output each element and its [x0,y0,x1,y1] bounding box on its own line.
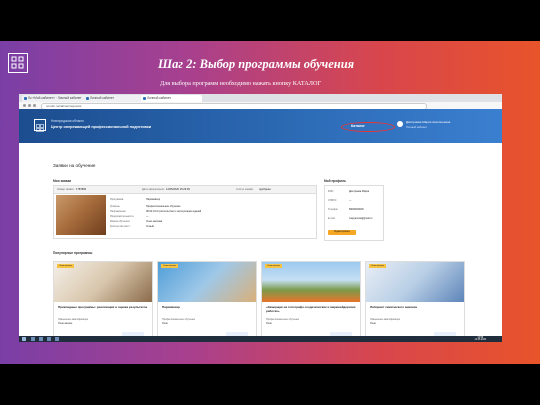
request-summary-row: Номер заявки: 1787896 Дата оформления: 1… [54,186,316,194]
favicon-icon [24,97,27,100]
profile-value: 89000000000 [349,208,364,211]
detail-value: Очный [146,225,154,228]
profile-card: ФИО Дмитриева Мария СНИЛС — Телефон 8900… [324,185,384,241]
program-image [54,262,152,302]
program-badge: Очно-заочно [161,264,178,268]
detail-label: Количество мест: [110,225,131,228]
user-role: Личный кабинет [406,125,428,129]
program-card[interactable]: Очно-заочно Прикладные программы: реализ… [53,261,153,342]
detail-value: Парикмахер [146,198,161,201]
user-name[interactable]: Дмитриева Мария Анатольевна [406,120,450,124]
detail-label: Программа: [110,198,124,201]
favicon-icon [86,97,89,100]
detail-label: Направление: [110,210,127,213]
explorer-icon[interactable] [39,337,43,341]
program-type: Профессиональное обучение [162,318,196,321]
program-image [262,262,360,302]
catalog-highlight [341,122,395,132]
site-header: Новгородская область Центр опережающей п… [19,109,502,143]
request-date-label: Дата оформления: [142,188,165,191]
step-title: Шаг 2: Выбор программы обучения [158,57,355,71]
browser-tab-2[interactable]: Личный кабинет [84,95,145,102]
program-type: Повышение квалификации [370,318,401,321]
request-status: одобрена [259,188,271,191]
program-type: Профессиональное обучение [266,318,300,321]
program-type: Повышение квалификации [58,318,89,321]
program-title[interactable]: Лаборант химического анализа [370,305,460,310]
clock[interactable]: 13:58 12.05.2020 [475,337,487,342]
program-image [366,262,464,302]
browser-tab-1[interactable]: Лк «Мой кабинет» · Личный кабинет [22,95,88,102]
program-title[interactable]: Прикладные программы: реализация и оценк… [58,305,148,310]
program-form: Очно [266,322,272,325]
favicon-icon [143,97,146,100]
request-card[interactable]: Номер заявки: 1787896 Дата оформления: 1… [53,185,317,239]
detail-value: — [146,215,149,218]
tab-bar: Лк «Мой кабинет» · Личный кабинет Личный… [19,94,502,102]
back-icon[interactable] [23,104,26,107]
program-card[interactable]: Очно-заочно «Замерщик на топографо-геоде… [261,261,361,342]
request-number-label: Номер заявки: [57,188,75,191]
profile-value: Дмитриева Мария [349,190,370,193]
mail-icon[interactable] [55,337,59,341]
profile-label: СНИЛС [328,199,337,202]
start-icon[interactable] [22,337,26,341]
tab-label: Личный кабинет [90,96,114,100]
profile-label: E-mail [328,217,335,220]
request-number: 1787896 [76,188,87,191]
logo-icon [8,53,28,73]
profile-value: mapyanova@gmail.ru [349,217,373,220]
request-photo [56,195,106,235]
program-form: Очно [370,322,376,325]
section-popular: Популярные программы [53,251,93,255]
detail-value: Очно-заочная [146,220,163,223]
detail-value: Профессиональное обучение [146,205,181,208]
search-icon[interactable] [31,337,35,341]
detail-label: Уровень: [110,205,121,208]
program-badge: Очно-заочно [57,264,74,268]
site-logo-icon[interactable] [34,119,46,132]
forward-icon[interactable] [28,104,31,107]
edit-profile-button[interactable]: Редактировать [328,230,356,235]
page-title: Заявки на обучение [53,163,96,168]
browser-icon[interactable] [47,337,51,341]
clock-date: 12.05.2020 [474,339,487,342]
presentation-slide: Шаг 2: Выбор программы обучения Для выбо… [0,41,540,364]
detail-value: 08.02.01 Строительство и эксплуатация зд… [146,210,202,213]
program-form: Очно-заочно [58,322,73,325]
profile-value: — [349,199,352,202]
tab-label: Личный кабинет [147,96,171,100]
reload-icon[interactable] [33,104,36,107]
section-my-profile: Мой профиль [324,179,346,183]
program-badge: Очно-заочно [369,264,386,268]
program-title[interactable]: Парикмахер [162,305,252,310]
program-image [158,262,256,302]
program-badge: Очно-заочно [265,264,282,268]
detail-label: Продолжительность: [110,215,135,218]
program-card[interactable]: Очно-заочно Парикмахер Профессиональное … [157,261,257,342]
user-avatar[interactable] [397,121,403,127]
request-status-label: Статус заявки: [236,188,254,191]
os-taskbar: 13:58 12.05.2020 [19,336,502,342]
detail-label: Форма обучения: [110,220,131,223]
main-content: Заявки на обучение Мои заявки Мой профил… [19,143,502,342]
catalog-button[interactable]: Каталог [351,124,365,128]
center-name: Центр опережающей профессиональной подго… [51,125,152,129]
profile-label: Телефон [328,208,338,211]
request-date: 12/05/2020 15:29:09 [166,188,190,191]
profile-label: ФИО [328,190,334,193]
step-subtitle: Для выбора программ необходимо нажать кн… [160,80,322,87]
program-title[interactable]: «Замерщик на топографо-геодезических и м… [266,305,356,313]
region-label: Новгородская область [51,119,85,123]
tab-label: Лк «Мой кабинет» · Личный кабинет [28,96,82,100]
browser-tab-3[interactable]: Личный кабинет [141,95,202,102]
program-form: Очно [162,322,168,325]
browser-window: Лк «Мой кабинет» · Личный кабинет Личный… [19,94,502,342]
program-card[interactable]: Очно-заочно Лаборант химического анализа… [365,261,465,342]
section-my-requests: Мои заявки [53,179,72,183]
